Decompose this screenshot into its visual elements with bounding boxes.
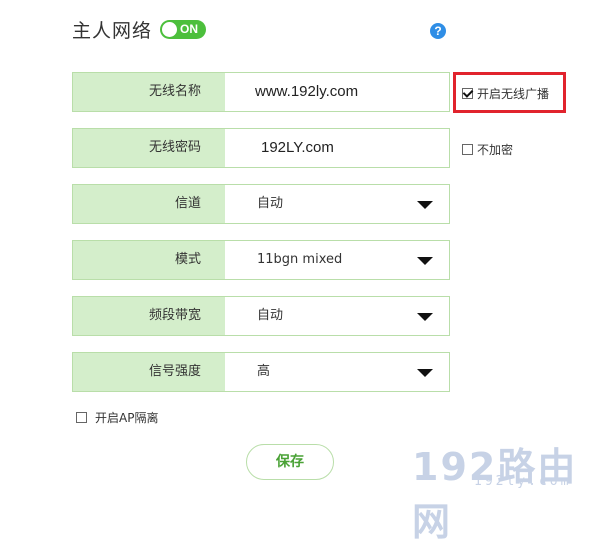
no-encrypt-checkbox[interactable]: [462, 144, 473, 155]
mode-select[interactable]: 11bgn mixed: [225, 241, 449, 279]
toggle-label: ON: [180, 22, 198, 36]
page-title: 主人网络: [72, 20, 153, 42]
chevron-down-icon[interactable]: [417, 257, 433, 265]
signal-strength-row[interactable]: 信号强度 高: [72, 352, 450, 392]
signal-strength-select[interactable]: 高: [225, 353, 449, 391]
chevron-down-icon[interactable]: [417, 369, 433, 377]
broadcast-checkbox[interactable]: [462, 88, 473, 99]
mode-row[interactable]: 模式 11bgn mixed: [72, 240, 450, 280]
ap-isolation-label: 开启AP隔离: [95, 411, 159, 425]
mode-label: 模式: [73, 241, 225, 279]
network-toggle[interactable]: ON: [160, 20, 206, 39]
channel-row[interactable]: 信道 自动: [72, 184, 450, 224]
toggle-knob: [162, 22, 177, 37]
signal-strength-label: 信号强度: [73, 353, 225, 391]
watermark-logo: 192路由网: [412, 445, 578, 544]
channel-select[interactable]: 自动: [225, 185, 449, 223]
chevron-down-icon[interactable]: [417, 313, 433, 321]
broadcast-label: 开启无线广播: [477, 87, 550, 101]
bandwidth-label: 频段带宽: [73, 297, 225, 335]
no-encrypt-label: 不加密: [477, 143, 514, 157]
help-icon[interactable]: ?: [430, 23, 446, 39]
bandwidth-select[interactable]: 自动: [225, 297, 449, 335]
chevron-down-icon[interactable]: [417, 201, 433, 209]
bandwidth-row[interactable]: 频段带宽 自动: [72, 296, 450, 336]
save-button[interactable]: 保存: [246, 444, 334, 480]
password-row: 无线密码 192LY.com: [72, 128, 450, 168]
channel-label: 信道: [73, 185, 225, 223]
ssid-row: 无线名称 www.192ly.com: [72, 72, 450, 112]
password-input[interactable]: 192LY.com: [225, 129, 449, 167]
ap-isolation-checkbox[interactable]: [76, 412, 87, 423]
watermark-url: 192ly.com: [474, 474, 572, 489]
password-label: 无线密码: [73, 129, 225, 167]
ssid-label: 无线名称: [73, 73, 225, 111]
ssid-input[interactable]: www.192ly.com: [225, 73, 449, 111]
